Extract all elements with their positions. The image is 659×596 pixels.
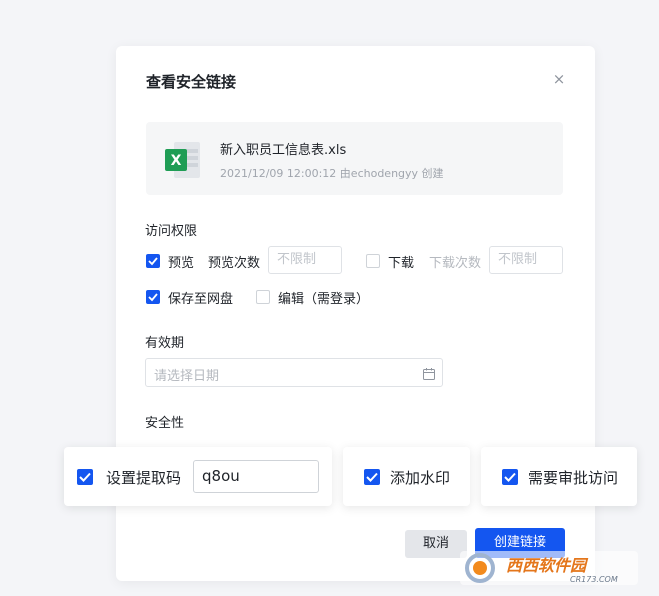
file-card: X 新入职员工信息表.xls 2021/12/09 12:00:12 由echo… [146,122,563,195]
calendar-icon[interactable] [422,366,436,380]
extract-code-input[interactable]: q8ou [193,460,319,493]
watermark-checkbox[interactable] [364,469,380,485]
save-to-drive-checkbox[interactable] [146,290,160,304]
download-checkbox[interactable] [366,254,380,268]
extract-code-card: 设置提取码 q8ou [64,447,332,506]
watermark-label[interactable]: 添加水印 [390,467,450,488]
watermark-card: 添加水印 [343,447,470,506]
site-logo-watermark: 西西软件园 CR173.COM [458,549,640,587]
extract-code-label[interactable]: 设置提取码 [106,467,181,488]
date-placeholder: 请选择日期 [154,369,220,384]
close-icon[interactable]: × [550,70,568,88]
excel-file-icon: X [164,141,202,179]
preview-label[interactable]: 预览 [168,252,194,271]
logo-url-text: CR173.COM [570,575,618,584]
approval-card: 需要审批访问 [481,447,637,506]
preview-count-input[interactable]: 不限制 [268,246,342,274]
approval-checkbox[interactable] [502,469,518,485]
validity-label: 有效期 [145,336,185,351]
check-icon [148,293,158,302]
download-label[interactable]: 下载 [388,252,414,271]
save-to-drive-label[interactable]: 保存至网盘 [168,288,233,307]
approval-label[interactable]: 需要审批访问 [528,467,618,488]
check-icon [79,472,91,482]
security-label: 安全性 [145,416,185,431]
file-name: 新入职员工信息表.xls [220,143,347,158]
extract-code-checkbox[interactable] [77,469,93,485]
check-icon [366,472,378,482]
date-picker-input[interactable]: 请选择日期 [145,358,443,387]
download-count-label: 下载次数 [429,256,482,271]
download-count-input[interactable]: 不限制 [489,246,563,274]
check-icon [504,472,516,482]
edit-checkbox[interactable] [256,290,270,304]
preview-checkbox[interactable] [146,254,160,268]
check-icon [148,257,158,266]
excel-icon-letter: X [171,153,182,169]
edit-label[interactable]: 编辑（需登录） [278,288,369,307]
file-meta: 2021/12/09 12:00:12 由echodengyy 创建 [220,167,444,180]
access-label: 访问权限 [145,224,198,239]
preview-count-label: 预览次数 [208,256,261,271]
logo-text: 西西软件园 [506,556,589,575]
dialog-title: 查看安全链接 [146,73,237,91]
